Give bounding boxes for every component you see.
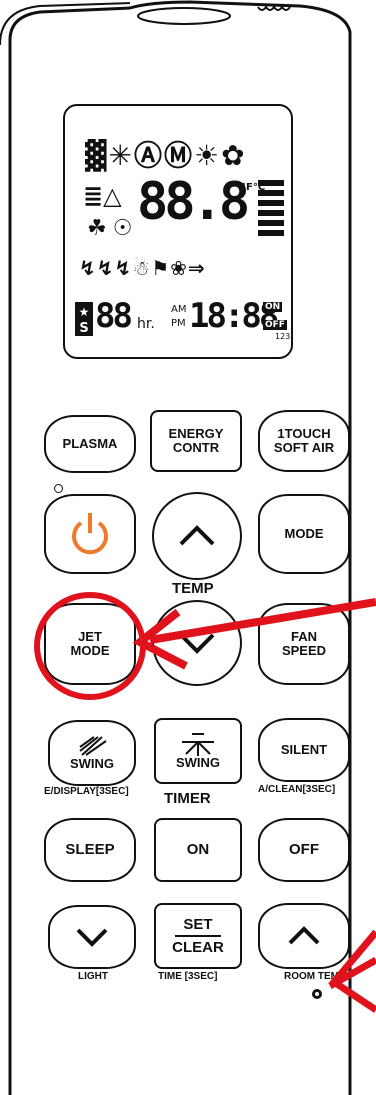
arrow-to-reset-icon bbox=[328, 929, 376, 1013]
